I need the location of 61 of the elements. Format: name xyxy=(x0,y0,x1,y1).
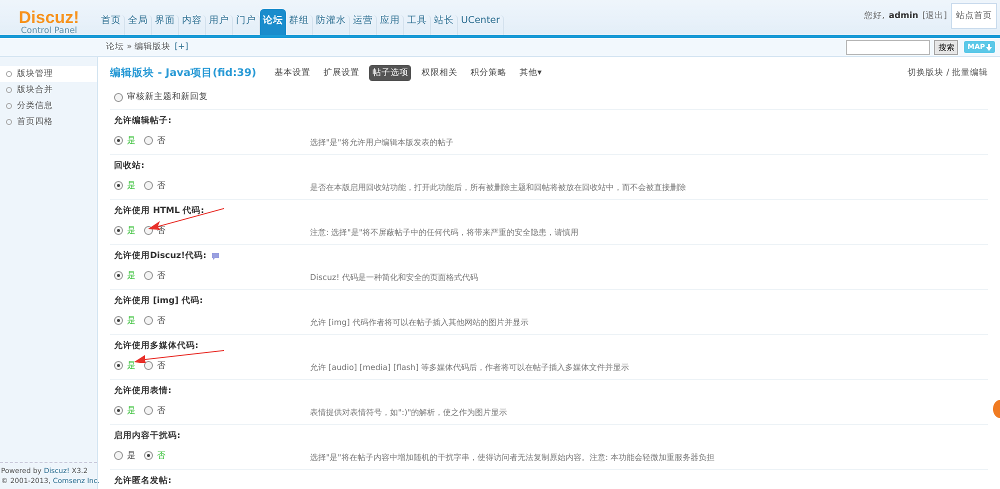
radio-option[interactable]: 否 xyxy=(144,180,166,192)
page-title: 编辑版块 - Java项目(fid:39) xyxy=(110,66,256,80)
settings-tab[interactable]: 权限相关 xyxy=(418,65,460,81)
setting-description: 是否在本版启用回收站功能，打开此功能后，所有被删除主题和回帖将被放在回收站中，而不会被直接删除 xyxy=(310,182,686,193)
nav-tab[interactable]: 全局 xyxy=(125,15,152,35)
nav-tab[interactable]: 应用 xyxy=(377,15,404,35)
username: admin xyxy=(888,10,918,20)
settings-tab[interactable]: 基本设置 xyxy=(271,65,314,81)
settings-tab[interactable]: 积分策略 xyxy=(467,65,510,81)
nav-tab[interactable]: 防灌水 xyxy=(313,15,350,35)
nav-tab[interactable]: 群组 xyxy=(286,15,313,35)
nav-tab[interactable]: 工具 xyxy=(404,15,431,35)
setting-label: 允许使用 HTML 代码: xyxy=(114,205,206,217)
radio-option[interactable]: 否 xyxy=(144,270,166,282)
setting-description: 允许 [audio] [media] [flash] 等多媒体代码后，作者将可以在帖子插入多媒体文件并显示 xyxy=(310,362,630,373)
setting-label: 允许使用多媒体代码: xyxy=(114,340,200,352)
sidebar-item[interactable]: 分类信息 xyxy=(0,98,97,114)
breadcrumb: 论坛 » 编辑版块 xyxy=(106,41,171,53)
sidebar-item[interactable]: 版块合并 xyxy=(0,82,97,98)
setting-label: 启用内容干扰码: xyxy=(114,430,182,442)
search-field[interactable] xyxy=(846,40,930,54)
setting-description: 选择"是"将在帖子内容中增加随机的干扰字串，使得访问者无法复制原始内容。注意: 本功能会轻微加重服务器负担 xyxy=(310,452,715,463)
switch-forum-link[interactable]: 切换版块 / 批量编辑 xyxy=(908,67,988,79)
nav-tab[interactable]: UCenter xyxy=(458,15,504,35)
nav-tab[interactable]: 运营 xyxy=(350,15,377,35)
setting-label: 允许编辑帖子: xyxy=(114,115,172,127)
nav-tab[interactable]: 站长 xyxy=(431,15,458,35)
settings-tab[interactable]: 扩展设置 xyxy=(320,65,362,81)
settings-tab[interactable]: 帖子选项 xyxy=(369,65,412,81)
site-home-button[interactable]: 站点首页 xyxy=(951,2,997,28)
logo: Discuz! xyxy=(18,10,80,26)
setting-description: 表情提供对表情符号，如":)"的解析，使之作为图片显示 xyxy=(310,407,508,418)
sidebar-item[interactable]: 版块管理 xyxy=(0,66,97,82)
nav-tab[interactable]: 用户 xyxy=(206,15,233,35)
setting-description: 选择"是"将允许用户编辑本版发表的帖子 xyxy=(310,137,454,148)
setting-label: 允许使用 [img] 代码: xyxy=(114,295,204,307)
download-arrow-icon xyxy=(986,44,992,50)
radio-option[interactable]: 是 xyxy=(114,450,136,462)
radio-option[interactable]: 否 xyxy=(144,314,166,326)
logout-link[interactable]: [退出] xyxy=(922,10,947,22)
add-link[interactable]: [+] xyxy=(174,42,846,52)
radio-option[interactable]: 否 xyxy=(144,404,166,416)
nav-tab[interactable]: 界面 xyxy=(152,15,179,35)
nav-tab[interactable]: 首页 xyxy=(98,15,125,35)
moderate-option[interactable]: 审核新主题和新回复 xyxy=(114,91,984,103)
nav-tab[interactable]: 内容 xyxy=(179,15,206,35)
sidebar-item[interactable]: 首页四格 xyxy=(0,114,97,130)
help-icon[interactable] xyxy=(211,252,220,260)
setting-label: 回收站: xyxy=(114,160,146,172)
radio-option[interactable]: 否 xyxy=(144,134,166,146)
setting-description: 注意: 选择"是"将不屏蔽帖子中的任何代码，将带来严重的安全隐患，请慎用 xyxy=(310,227,579,238)
greeting: 您好, xyxy=(864,10,885,22)
settings-tab[interactable]: 其他▾ xyxy=(516,65,545,81)
search-button[interactable]: 搜索 xyxy=(934,40,958,54)
logo-subtitle: Control Panel xyxy=(20,26,78,36)
setting-label: 允许使用Discuz!代码: xyxy=(114,250,984,262)
nav-tab[interactable]: 论坛 xyxy=(260,9,286,35)
setting-description: Discuz! 代码是一种简化和安全的页面格式代码 xyxy=(310,272,478,283)
setting-description: 允许 [img] 代码作者将可以在帖子插入其他网站的图片并显示 xyxy=(310,317,528,328)
setting-label: 允许匿名发帖: xyxy=(114,475,172,487)
setting-label: 允许使用表情: xyxy=(114,385,172,397)
